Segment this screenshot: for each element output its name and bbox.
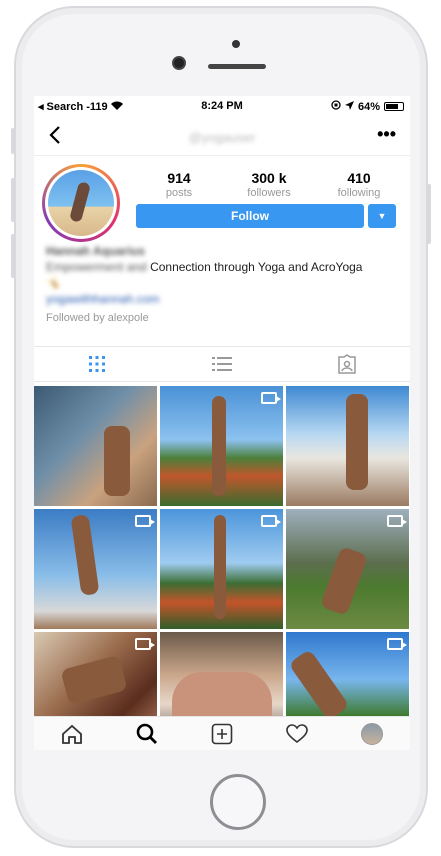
grid-photo[interactable] xyxy=(160,509,283,629)
followers-stat[interactable]: 300 k followers xyxy=(224,170,314,199)
earpiece-speaker xyxy=(208,64,266,69)
search-icon xyxy=(136,723,157,744)
photo-subject xyxy=(288,648,350,722)
bio-description: Empowerment and Connection through Yoga … xyxy=(46,260,406,276)
bio-category: Empowerment and xyxy=(46,260,147,274)
mute-switch xyxy=(11,128,15,154)
profile-view-tabs xyxy=(34,346,410,382)
add-icon xyxy=(211,723,233,744)
video-camera-icon xyxy=(387,638,407,650)
bio-link[interactable]: yogawithhannah.com xyxy=(46,292,406,308)
nav-add[interactable] xyxy=(184,717,259,750)
profile-stats: 914 posts 300 k followers 410 following xyxy=(134,170,404,199)
volume-up-button xyxy=(11,178,15,222)
nav-profile[interactable] xyxy=(335,717,410,750)
video-camera-icon xyxy=(261,515,281,527)
grid-photo[interactable] xyxy=(160,386,283,506)
video-camera-icon xyxy=(135,515,155,527)
battery-percent: 64% xyxy=(357,100,380,113)
posts-count: 914 xyxy=(167,170,191,186)
following-stat[interactable]: 410 following xyxy=(314,170,404,199)
front-camera xyxy=(172,56,186,70)
video-camera-icon xyxy=(387,515,407,527)
profile-navbar: @yogauser ••• xyxy=(34,118,410,156)
app-screen: ◂ Search -119 8:24 PM 64% @yogauser ••• xyxy=(34,96,410,750)
photo-subject xyxy=(60,654,128,706)
tab-tagged[interactable] xyxy=(285,347,410,381)
photo-subject xyxy=(214,515,226,619)
suggested-dropdown-button[interactable]: ▼ xyxy=(368,204,396,228)
grid-photo[interactable] xyxy=(34,509,157,629)
orientation-lock-icon xyxy=(331,100,341,113)
photo-subject xyxy=(70,514,100,596)
posts-label: posts xyxy=(165,187,193,199)
profile-avatar[interactable] xyxy=(42,164,120,242)
nav-activity[interactable] xyxy=(260,717,335,750)
profile-photo xyxy=(48,170,114,236)
followers-count: 300 k xyxy=(251,170,287,186)
bio-name: Hannah Aquarius xyxy=(46,244,145,258)
nav-search[interactable] xyxy=(109,717,184,750)
grid-photo[interactable] xyxy=(286,386,409,506)
video-camera-icon xyxy=(261,392,281,404)
follow-button[interactable]: Follow xyxy=(136,204,364,228)
tagged-icon xyxy=(338,354,357,374)
video-camera-icon xyxy=(135,638,155,650)
list-icon xyxy=(211,357,232,371)
status-bar: ◂ Search -119 8:24 PM 64% xyxy=(34,96,410,118)
heart-icon xyxy=(286,723,309,743)
posts-stat[interactable]: 914 posts xyxy=(134,170,224,199)
tab-grid[interactable] xyxy=(34,347,159,381)
followed-by-text[interactable]: Followed by alexpole xyxy=(46,312,406,324)
following-label: following xyxy=(337,187,381,199)
bio-tagline: Connection through Yoga and AcroYoga xyxy=(150,260,363,274)
photo-grid xyxy=(34,386,410,750)
photo-subject xyxy=(346,394,368,490)
grid-icon xyxy=(88,356,105,372)
following-count: 410 xyxy=(347,170,371,186)
profile-avatar-icon xyxy=(361,722,384,745)
followers-label: followers xyxy=(247,187,291,199)
photo-subject xyxy=(212,396,226,496)
home-icon xyxy=(61,724,82,744)
photo-subject xyxy=(104,426,130,496)
profile-username: @yogauser xyxy=(188,130,256,145)
grid-photo[interactable] xyxy=(34,386,157,506)
more-options-icon[interactable]: ••• xyxy=(377,124,396,145)
bio-emoji: 🤸 xyxy=(46,276,61,290)
battery-icon xyxy=(384,102,404,111)
grid-photo[interactable] xyxy=(286,509,409,629)
power-button xyxy=(427,184,431,244)
nav-home[interactable] xyxy=(34,717,109,750)
location-icon xyxy=(344,100,354,113)
profile-bio: Hannah Aquarius Empowerment and Connecti… xyxy=(46,244,406,324)
volume-down-button xyxy=(11,234,15,278)
photo-subject xyxy=(319,546,369,616)
bottom-navigation xyxy=(34,716,410,750)
home-button[interactable] xyxy=(210,774,266,830)
front-sensor xyxy=(232,40,240,48)
tab-list[interactable] xyxy=(159,347,284,381)
